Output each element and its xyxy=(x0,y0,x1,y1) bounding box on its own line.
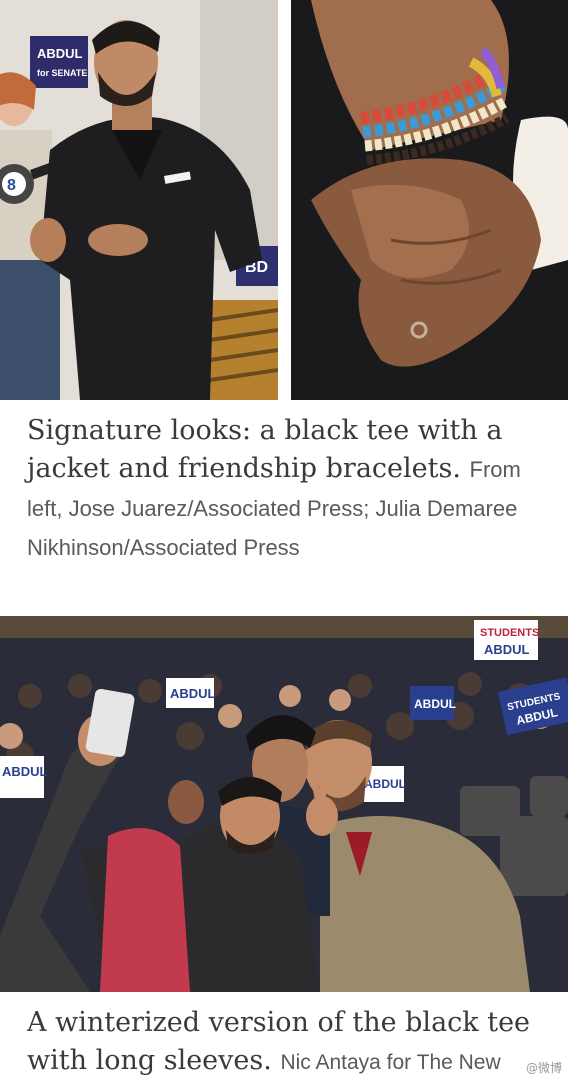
caption-1: Signature looks: a black tee with a jack… xyxy=(27,412,547,567)
sign-text: ABDUL xyxy=(364,777,406,791)
sign-text: ABDUL xyxy=(170,686,216,701)
sign-line1: ABDUL xyxy=(37,46,83,61)
photo-holding-hands-bracelets xyxy=(291,0,568,400)
sign-line2: for SENATE xyxy=(37,68,87,78)
watermark: @微博 xyxy=(525,1061,562,1075)
photo-candidate-speaking: BD ABDUL for SENATE 8 xyxy=(0,0,278,400)
sign-text: ABDUL xyxy=(2,764,48,779)
sign-text: STUDENTS xyxy=(480,627,539,639)
caption-2-credit: Nic Antaya for The New xyxy=(280,1051,501,1074)
abdul-senate-sign xyxy=(30,36,88,88)
photo-right-illustration xyxy=(291,0,568,400)
photo-selfie-rally: ABDUL STUDENTS ABDUL ABDUL ABDUL STUDENT… xyxy=(0,616,568,992)
caption-1-text: Signature looks: a black tee with a jack… xyxy=(27,415,503,484)
sign-text: ABDUL xyxy=(414,697,456,711)
photo-bottom-illustration: ABDUL STUDENTS ABDUL ABDUL ABDUL STUDENT… xyxy=(0,616,568,992)
svg-text:8: 8 xyxy=(7,177,16,194)
photo-left-illustration: BD ABDUL for SENATE 8 xyxy=(0,0,278,400)
sign-text: ABDUL xyxy=(484,642,530,657)
caption-2: A winterized version of the black tee wi… xyxy=(27,1004,557,1082)
